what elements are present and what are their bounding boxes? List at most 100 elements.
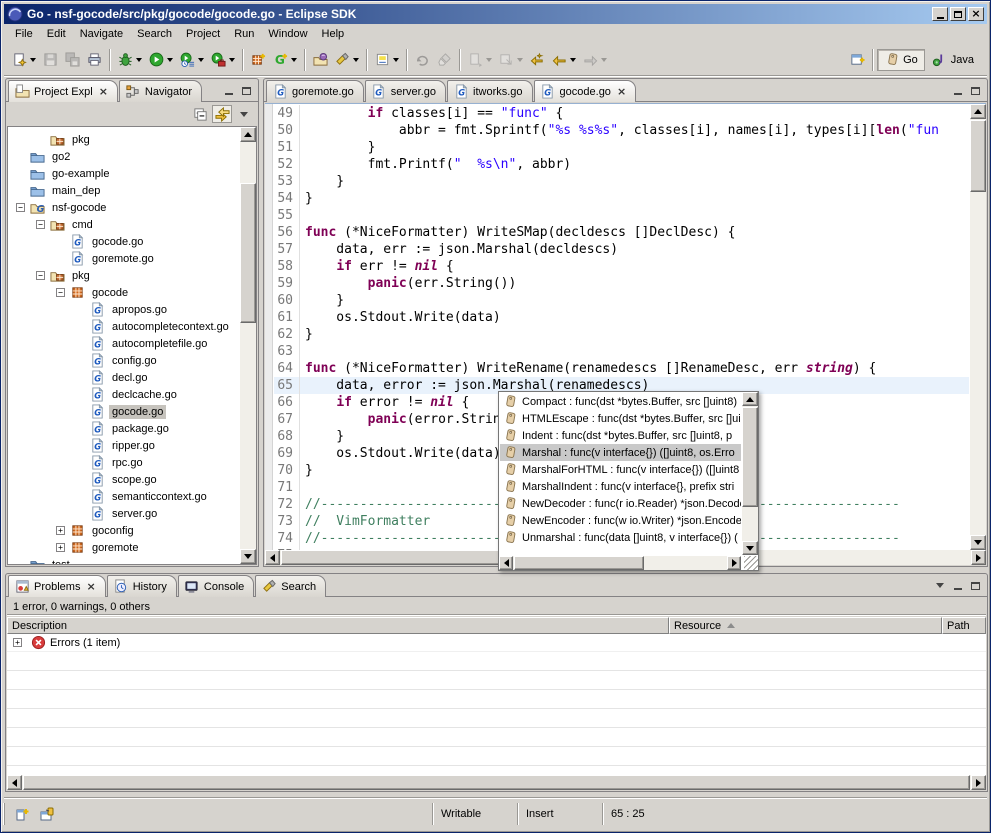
new-go-package-button[interactable]: [247, 48, 269, 72]
new-go-app-button[interactable]: G: [269, 48, 300, 72]
tree-item-config-go[interactable]: −Gconfig.go: [8, 352, 239, 369]
tree-expand-toggle[interactable]: −: [56, 288, 65, 297]
view-maximize-button[interactable]: [968, 579, 983, 592]
goto-window-dropdown[interactable]: [517, 58, 523, 62]
tab-project-expl[interactable]: Project Expl×: [8, 80, 118, 102]
row-expand-toggle[interactable]: +: [13, 638, 22, 647]
column-header-path[interactable]: Path: [942, 617, 986, 634]
tab-itworks-go[interactable]: Gitworks.go: [447, 80, 533, 102]
menu-run[interactable]: Run: [227, 26, 261, 42]
completion-item-marshalindent[interactable]: MarshalIndent : func(v interface{}, pref…: [500, 478, 741, 495]
close-icon[interactable]: ×: [617, 85, 626, 98]
open-resource-button[interactable]: [309, 48, 331, 72]
menu-search[interactable]: Search: [130, 26, 179, 42]
tree-item-declcache-go[interactable]: −Gdeclcache.go: [8, 386, 239, 403]
problems-row[interactable]: +Errors (1 item): [7, 634, 986, 652]
link-with-editor-button[interactable]: [212, 105, 232, 123]
view-menu-button[interactable]: [932, 579, 947, 592]
perspective-java[interactable]: JJava: [925, 49, 981, 71]
tab-navigator[interactable]: Navigator: [119, 80, 202, 102]
tree-item-apropos-go[interactable]: −Gapropos.go: [8, 301, 239, 318]
mark-occurrences-button[interactable]: [371, 48, 402, 72]
print-button[interactable]: [83, 48, 105, 72]
tree-item-test[interactable]: −test: [8, 556, 239, 564]
forward-dropdown[interactable]: [601, 58, 607, 62]
annotation-ruler[interactable]: [265, 104, 273, 550]
view-minimize-button[interactable]: [950, 84, 965, 97]
tree-expand-toggle[interactable]: −: [16, 203, 25, 212]
debug-dropdown[interactable]: [136, 58, 142, 62]
tree-expand-toggle[interactable]: +: [56, 526, 65, 535]
view-minimize-button[interactable]: [950, 579, 965, 592]
menu-help[interactable]: Help: [315, 26, 352, 42]
perspective-go[interactable]: Go: [877, 49, 925, 71]
tree-item-goremote[interactable]: +goremote: [8, 539, 239, 556]
tab-console[interactable]: Console: [178, 575, 254, 597]
editor-vscrollbar[interactable]: [970, 104, 986, 550]
project-tree[interactable]: −pkg−go2−go-example−main_dep−Gnsf-gocode…: [7, 126, 257, 565]
next-edit-dropdown[interactable]: [486, 58, 492, 62]
search-dropdown[interactable]: [353, 58, 359, 62]
tree-expand-toggle[interactable]: +: [56, 543, 65, 552]
tree-item-goremote-go[interactable]: −Ggoremote.go: [8, 250, 239, 267]
back-button[interactable]: [548, 48, 579, 72]
new-wizard-dropdown[interactable]: [30, 58, 36, 62]
close-button[interactable]: ×: [968, 7, 984, 21]
completion-item-newencoder[interactable]: NewEncoder : func(w io.Writer) *json.Enc…: [500, 512, 741, 529]
tree-expand-toggle[interactable]: −: [36, 271, 45, 280]
tree-item-gocode-go[interactable]: −Ggocode.go: [8, 403, 239, 420]
tree-item-server-go[interactable]: −Gserver.go: [8, 505, 239, 522]
title-bar[interactable]: Go - nsf-gocode/src/pkg/gocode/gocode.go…: [4, 4, 987, 24]
external-tools-button[interactable]: [207, 48, 238, 72]
tab-history[interactable]: History: [107, 575, 177, 597]
tab-problems[interactable]: Problems×: [8, 575, 106, 597]
run-history-dropdown[interactable]: [198, 58, 204, 62]
menu-project[interactable]: Project: [179, 26, 227, 42]
run-dropdown[interactable]: [167, 58, 173, 62]
menu-navigate[interactable]: Navigate: [73, 26, 130, 42]
tree-item-go2[interactable]: −go2: [8, 148, 239, 165]
minimize-button[interactable]: [932, 7, 948, 21]
forward-button[interactable]: [579, 48, 610, 72]
open-perspective-button[interactable]: [846, 48, 868, 72]
new-go-app-dropdown[interactable]: [291, 58, 297, 62]
tree-item-semanticcontext-go[interactable]: −Gsemanticcontext.go: [8, 488, 239, 505]
completion-item-marshal[interactable]: Marshal : func(v interface{}) ([]uint8, …: [500, 444, 741, 461]
tree-item-pkg[interactable]: −pkg: [8, 131, 239, 148]
new-wizard-button[interactable]: [8, 48, 39, 72]
menu-edit[interactable]: Edit: [40, 26, 73, 42]
tree-item-gocode[interactable]: −gocode: [8, 284, 239, 301]
tree-item-rpc-go[interactable]: −Grpc.go: [8, 454, 239, 471]
explorer-view-menu-button[interactable]: [234, 105, 254, 123]
tree-item-autocompletefile-go[interactable]: −Gautocompletefile.go: [8, 335, 239, 352]
run-history-button[interactable]: [176, 48, 207, 72]
search-button[interactable]: [331, 48, 362, 72]
mark-occurrences-dropdown[interactable]: [393, 58, 399, 62]
completion-item-newdecoder[interactable]: NewDecoder : func(r io.Reader) *json.Dec…: [500, 495, 741, 512]
menu-file[interactable]: File: [8, 26, 40, 42]
clean-button[interactable]: [433, 48, 455, 72]
next-edit-button[interactable]: [464, 48, 495, 72]
problems-hscrollbar[interactable]: [7, 775, 986, 790]
completion-item-marshalforhtml[interactable]: MarshalForHTML : func(v interface{}) ([]…: [500, 461, 741, 478]
tab-goremote-go[interactable]: Ggoremote.go: [266, 80, 364, 102]
tree-item-nsf-gocode[interactable]: −Gnsf-gocode: [8, 199, 239, 216]
external-tools-dropdown[interactable]: [229, 58, 235, 62]
tree-scrollbar[interactable]: [240, 127, 256, 564]
tree-item-package-go[interactable]: −Gpackage.go: [8, 420, 239, 437]
view-maximize-button[interactable]: [239, 84, 254, 97]
last-edit-location-button[interactable]: [526, 48, 548, 72]
popup-hscrollbar[interactable]: [499, 556, 741, 570]
close-icon[interactable]: ×: [86, 580, 95, 593]
tree-item-go-example[interactable]: −go-example: [8, 165, 239, 182]
view-minimize-button[interactable]: [221, 84, 236, 97]
tree-expand-toggle[interactable]: −: [36, 220, 45, 229]
undo-button[interactable]: [411, 48, 433, 72]
popup-vscrollbar[interactable]: [742, 392, 758, 555]
tree-item-cmd[interactable]: −cmd: [8, 216, 239, 233]
tab-search[interactable]: Search: [255, 575, 326, 597]
collapse-all-button[interactable]: [190, 105, 210, 123]
column-header-description[interactable]: Description: [7, 617, 669, 634]
editor-pin-icon[interactable]: [39, 806, 55, 822]
tree-item-autocompletecontext-go[interactable]: −Gautocompletecontext.go: [8, 318, 239, 335]
